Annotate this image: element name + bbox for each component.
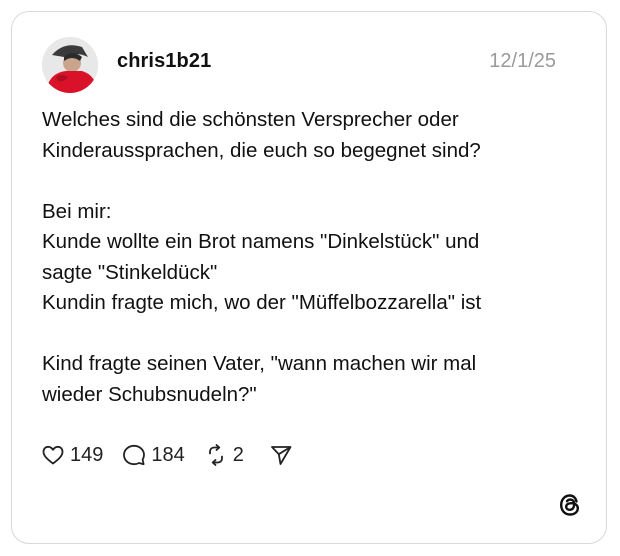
heart-icon xyxy=(40,442,66,468)
post-body: Welches sind die schönsten Versprecher o… xyxy=(42,105,582,410)
like-count: 149 xyxy=(70,443,104,466)
post-line: wieder Schubsnudeln?" xyxy=(42,382,257,406)
username[interactable]: chris1b21 xyxy=(117,50,211,73)
repost-button[interactable]: 2 xyxy=(203,442,244,468)
post-date: 12/1/25 xyxy=(489,50,556,72)
post-line: Kind fragte seinen Vater, "wann machen w… xyxy=(42,352,477,375)
avatar-image xyxy=(42,37,98,93)
post-line: Bei mir: xyxy=(42,199,112,223)
post-line: Kunde wollte ein Brot namens "Dinkelstüc… xyxy=(42,230,480,253)
post-line: Kinderaussprachen, die euch so begegnet … xyxy=(42,138,481,162)
post-line: sagte "Stinkeldück" xyxy=(42,260,218,284)
repost-arrows-icon xyxy=(203,442,229,468)
like-button[interactable]: 149 xyxy=(40,442,103,468)
repost-count: 2 xyxy=(232,443,244,466)
send-icon xyxy=(268,442,294,468)
comment-count: 184 xyxy=(151,443,185,466)
comment-button[interactable]: 184 xyxy=(121,442,185,468)
post-line: Welches sind die schönsten Versprecher o… xyxy=(42,108,459,131)
share-button[interactable] xyxy=(268,442,294,468)
action-bar: 149 184 2 xyxy=(40,439,294,471)
avatar[interactable] xyxy=(42,37,98,93)
speech-bubble-icon xyxy=(121,442,147,468)
post-card: chris1b21 12/1/25 Welches sind die schön… xyxy=(11,11,607,544)
threads-logo-icon[interactable] xyxy=(556,491,584,519)
post-line: Kundin fragte mich, wo der "Müffelbozzar… xyxy=(42,291,482,314)
